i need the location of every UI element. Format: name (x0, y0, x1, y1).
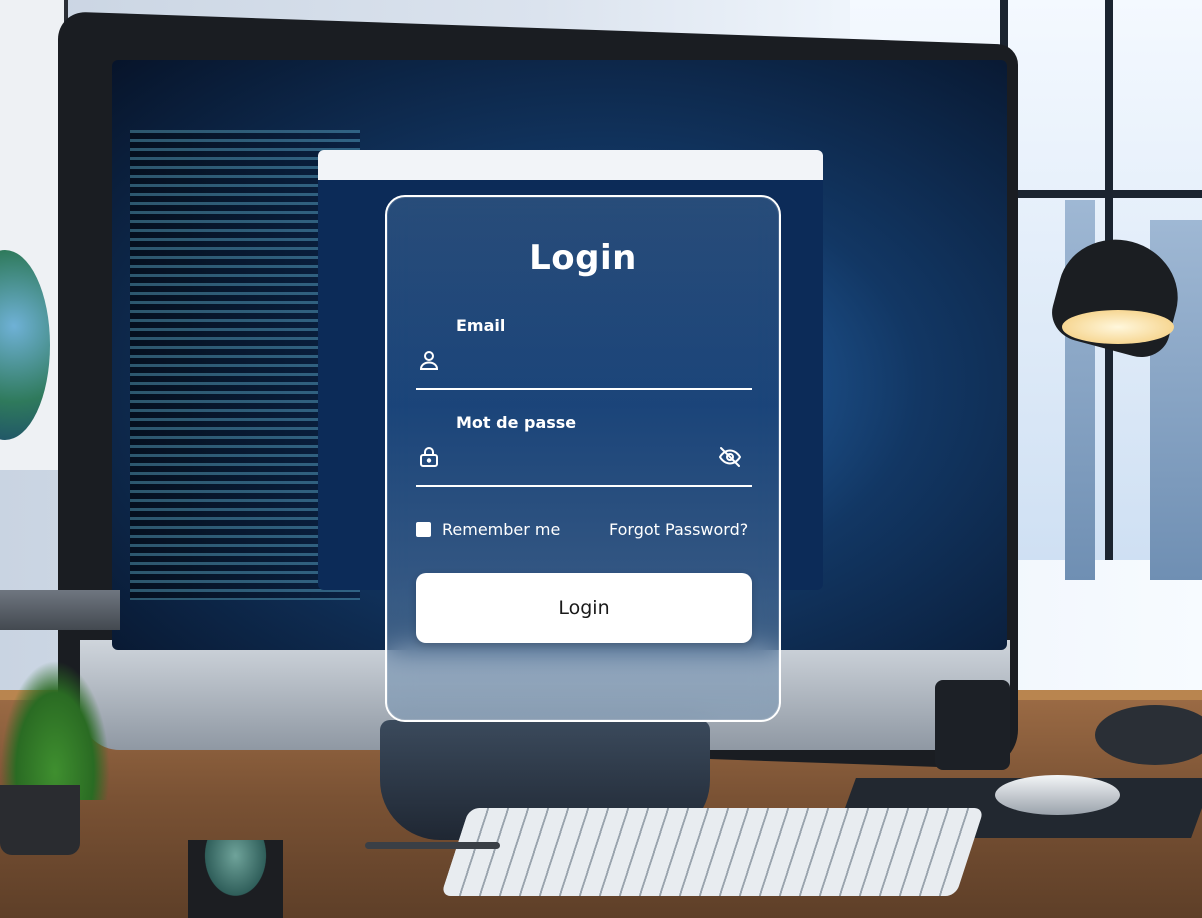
book-stack (0, 590, 120, 630)
password-input[interactable] (450, 442, 705, 478)
password-label: Mot de passe (456, 413, 577, 432)
eye-slash-icon[interactable] (718, 445, 742, 469)
user-icon (417, 348, 441, 372)
email-underline (416, 388, 752, 390)
login-title: Login (529, 238, 637, 278)
forgot-password-link[interactable]: Forgot Password? (609, 520, 748, 539)
password-underline (416, 485, 752, 487)
lamp-light (1062, 310, 1174, 344)
email-input[interactable] (450, 345, 750, 381)
keyboard (440, 808, 985, 896)
login-button[interactable]: Login (416, 573, 752, 643)
plant-pot (0, 785, 80, 855)
remember-me-label[interactable]: Remember me (442, 520, 560, 539)
lock-icon (417, 445, 441, 469)
email-label: Email (456, 316, 506, 335)
remember-me-checkbox[interactable] (416, 522, 431, 537)
succulent-plant (188, 840, 283, 918)
pencil-holder (935, 680, 1010, 770)
plant (0, 660, 110, 800)
mouse (995, 775, 1120, 815)
pen (365, 842, 500, 849)
